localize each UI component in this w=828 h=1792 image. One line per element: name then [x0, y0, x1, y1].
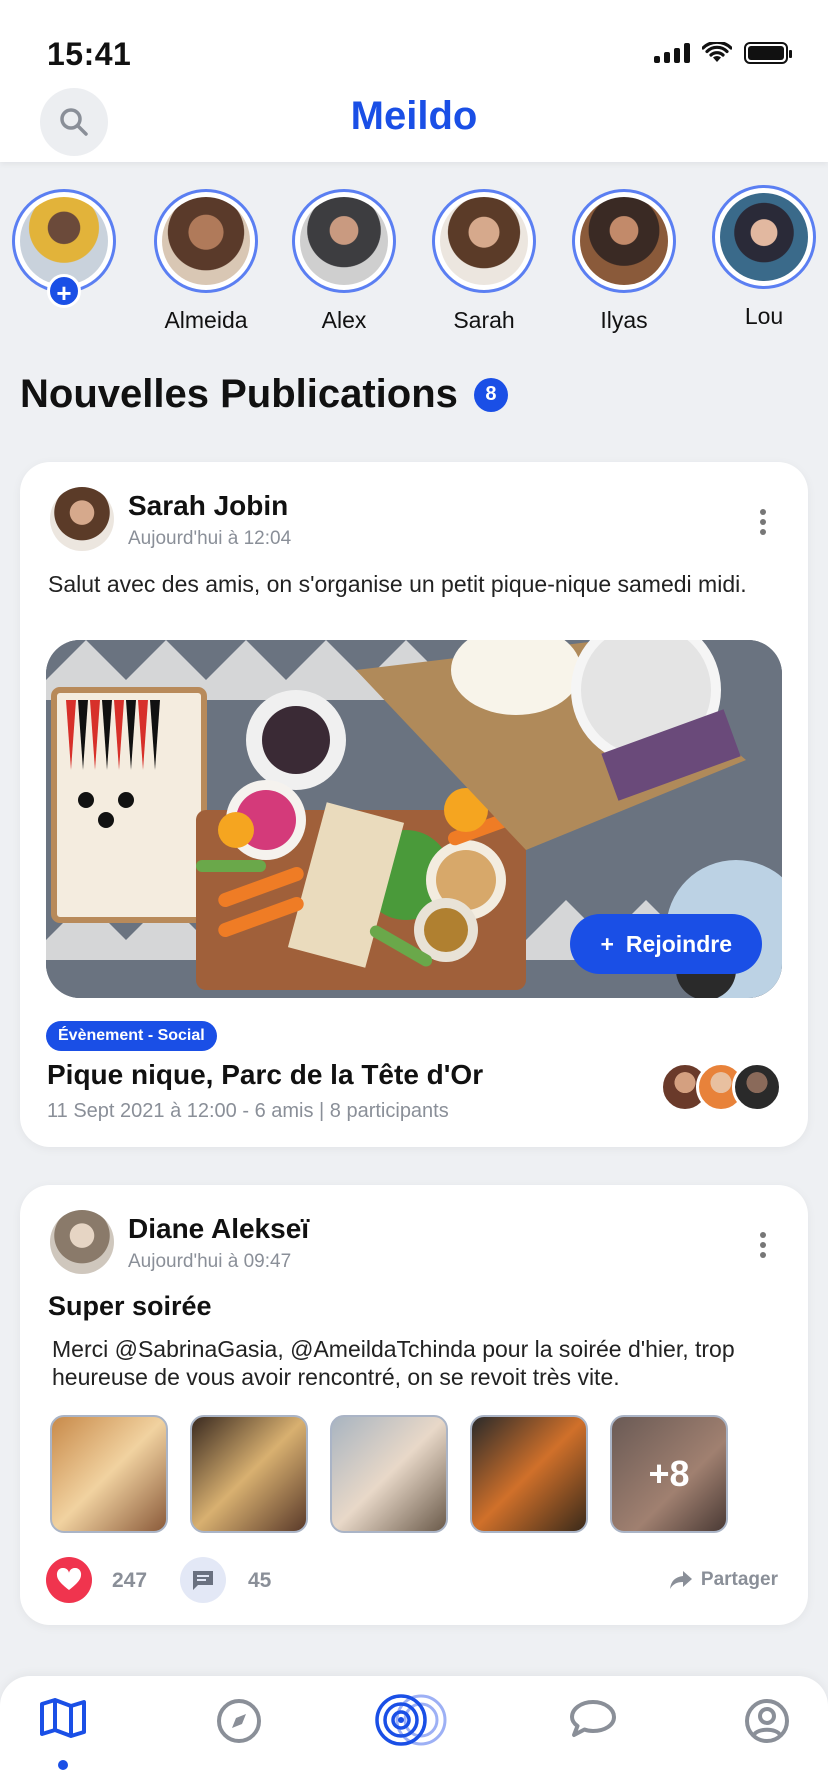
- attendee-avatars[interactable]: [660, 1062, 782, 1112]
- avatar: [20, 197, 108, 285]
- signal-icon: [654, 43, 690, 63]
- story-name: Almeida: [164, 307, 248, 333]
- story-ilyas[interactable]: Ilyas: [569, 189, 679, 334]
- post-actions: 247 45 Partager: [46, 1557, 778, 1605]
- story-ring: [432, 189, 536, 293]
- join-button[interactable]: + Rejoindre: [570, 914, 762, 974]
- join-label: Rejoindre: [625, 930, 732, 957]
- top-bar: 15:41 Meildo: [0, 0, 828, 162]
- battery-icon: [744, 42, 792, 64]
- story-ring: [572, 189, 676, 293]
- avatar: [732, 1062, 782, 1112]
- story-ring: +: [12, 189, 116, 308]
- map-icon: [40, 1698, 86, 1738]
- photo-thumbnail[interactable]: [330, 1415, 448, 1533]
- story-ring: [292, 189, 396, 293]
- story-ring: [712, 185, 816, 289]
- photo-gallery: +8: [50, 1415, 728, 1533]
- comment-icon: [193, 1571, 213, 1590]
- post-author[interactable]: Diane Alekseï: [128, 1213, 309, 1245]
- post-text: Merci @SabrinaGasia, @AmeildaTchinda pou…: [52, 1336, 735, 1390]
- post-card-photos: Diane Alekseï Aujourd'hui à 09:47 Super …: [20, 1185, 808, 1625]
- comment-button[interactable]: [180, 1557, 226, 1603]
- more-photos-count: +8: [648, 1453, 690, 1494]
- story-lou[interactable]: Lou: [709, 185, 819, 330]
- status-icons: [654, 42, 792, 64]
- story-almeida[interactable]: Almeida: [151, 189, 261, 334]
- story-self[interactable]: +: [9, 189, 119, 308]
- like-button[interactable]: [46, 1557, 92, 1603]
- like-count: 247: [112, 1569, 148, 1592]
- post-author[interactable]: Sarah Jobin: [128, 490, 288, 522]
- nav-radar[interactable]: [368, 1692, 458, 1762]
- nav-profile[interactable]: [722, 1698, 812, 1768]
- story-ring: [154, 189, 258, 293]
- photo-thumbnail[interactable]: [50, 1415, 168, 1533]
- add-story-button[interactable]: +: [47, 274, 81, 308]
- count-badge: 8: [473, 377, 508, 412]
- event-tag: Évènement - Social: [46, 1021, 217, 1051]
- event-title[interactable]: Pique nique, Parc de la Tête d'Or: [47, 1059, 483, 1091]
- heart-icon: [56, 1568, 82, 1590]
- avatar: [440, 197, 528, 285]
- post-title: Super soirée: [48, 1291, 212, 1321]
- app-title: Meildo: [350, 94, 478, 138]
- post-time: Aujourd'hui à 12:04: [128, 528, 292, 549]
- page-title: Nouvelles Publications: [20, 372, 458, 416]
- more-options-button[interactable]: [760, 509, 766, 535]
- compass-icon: [217, 1699, 261, 1743]
- post-card-event: Sarah Jobin Aujourd'hui à 12:04 Salut av…: [20, 462, 808, 1147]
- profile-icon: [745, 1699, 789, 1743]
- more-options-button[interactable]: [760, 1232, 766, 1258]
- share-label: Partager: [700, 1569, 778, 1590]
- avatar[interactable]: [50, 487, 114, 551]
- post-time: Aujourd'hui à 09:47: [128, 1251, 292, 1272]
- nav-messages[interactable]: [548, 1698, 638, 1768]
- story-name: Ilyas: [600, 307, 648, 333]
- avatar: [300, 197, 388, 285]
- status-time: 15:41: [47, 36, 132, 72]
- bottom-nav: [0, 1676, 828, 1792]
- avatar: [162, 197, 250, 285]
- nav-map[interactable]: [18, 1698, 108, 1770]
- story-name: Sarah: [453, 307, 515, 333]
- more-photos-button[interactable]: +8: [610, 1415, 728, 1533]
- nav-explore[interactable]: [194, 1698, 284, 1768]
- story-name: Alex: [321, 307, 367, 333]
- avatar[interactable]: [50, 1210, 114, 1274]
- radar-icon: [375, 1694, 447, 1746]
- wifi-icon: [702, 42, 732, 62]
- feed-header: Nouvelles Publications 8: [20, 372, 508, 417]
- comment-count: 45: [248, 1569, 272, 1592]
- plus-icon: +: [600, 930, 614, 957]
- active-indicator: [58, 1760, 68, 1770]
- post-text: Salut avec des amis, on s'organise un pe…: [48, 571, 747, 597]
- share-button[interactable]: Partager: [669, 1569, 778, 1591]
- photo-thumbnail[interactable]: [470, 1415, 588, 1533]
- post-image[interactable]: + Rejoindre: [46, 640, 782, 998]
- photo-thumbnail[interactable]: [190, 1415, 308, 1533]
- story-sarah[interactable]: Sarah: [429, 189, 539, 334]
- share-icon: [669, 1571, 692, 1589]
- story-name: Lou: [744, 303, 784, 329]
- story-alex[interactable]: Alex: [289, 189, 399, 334]
- avatar: [580, 197, 668, 285]
- avatar: [720, 193, 808, 281]
- event-meta: 11 Sept 2021 à 12:00 - 6 amis | 8 partic…: [47, 1100, 449, 1122]
- stories-row: + Almeida Alex Sarah Ilyas Lou: [0, 183, 828, 343]
- chat-icon: [570, 1700, 616, 1737]
